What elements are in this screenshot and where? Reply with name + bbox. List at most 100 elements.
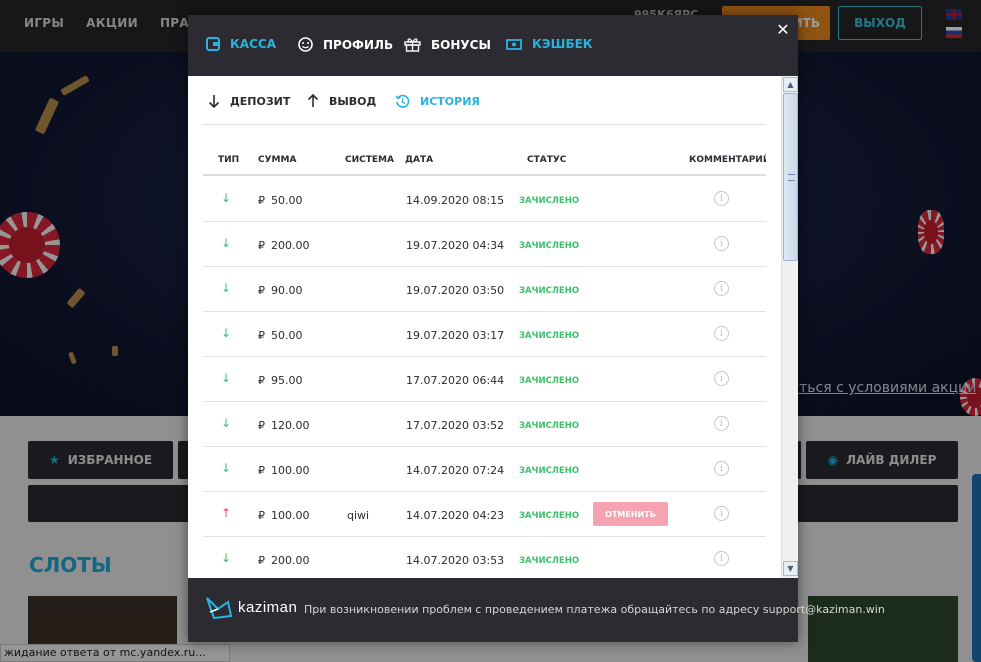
cancel-withdrawal-button[interactable]: ОТМЕНИТЬ <box>593 502 668 526</box>
status-badge: ЗАЧИСЛЕНО <box>519 196 580 206</box>
info-icon[interactable]: i <box>714 281 729 296</box>
col-comment: КОММЕНТАРИЙ <box>689 155 766 165</box>
row-amount: 50.00 <box>271 329 303 342</box>
row-currency: ₽ <box>258 419 265 432</box>
status-badge: ЗАЧИСЛЕНО <box>519 376 580 386</box>
modal-footer: kaziman При возникновении проблем с пров… <box>188 578 885 642</box>
row-amount: 100.00 <box>271 509 310 522</box>
tab-bonuses-label: БОНУСЫ <box>431 37 491 52</box>
row-date: 19.07.2020 04:34 <box>406 239 505 252</box>
col-amount: СУММА <box>258 155 297 165</box>
row-amount: 100.00 <box>271 464 310 477</box>
row-currency: ₽ <box>258 554 265 567</box>
subtab-withdraw-label: ВЫВОД <box>329 94 377 108</box>
tab-cashback-label: КЭШБЕК <box>532 37 593 51</box>
row-date: 17.07.2020 03:52 <box>406 419 505 432</box>
arrow-up-icon: ↑ <box>221 506 232 520</box>
row-date: 14.07.2020 03:53 <box>406 554 505 567</box>
table-row: ↓ ₽50.00 14.09.2020 08:15 ЗАЧИСЛЕНО i <box>203 177 766 222</box>
tab-cashback[interactable]: КЭШБЕК <box>506 37 593 51</box>
logo-text: kaziman <box>238 598 298 616</box>
arrow-up-icon <box>307 94 319 107</box>
col-date: ДАТА <box>405 155 434 165</box>
table-row: ↓ ₽200.00 19.07.2020 04:34 ЗАЧИСЛЕНО i <box>203 222 766 267</box>
table-row: ↓ ₽95.00 17.07.2020 06:44 ЗАЧИСЛЕНО i <box>203 357 766 402</box>
row-date: 19.07.2020 03:50 <box>406 284 505 297</box>
status-badge: ЗАЧИСЛЕНО <box>519 331 580 341</box>
table-row: ↓ ₽90.00 19.07.2020 03:50 ЗАЧИСЛЕНО i <box>203 267 766 312</box>
scrollbar-thumb[interactable] <box>783 93 798 261</box>
tab-profile[interactable]: ПРОФИЛЬ <box>298 37 393 52</box>
grip-icon <box>788 174 795 181</box>
kaziman-logo: kaziman <box>204 592 297 622</box>
table-row: ↓ ₽50.00 19.07.2020 03:17 ЗАЧИСЛЕНО i <box>203 312 766 357</box>
row-currency: ₽ <box>258 464 265 477</box>
row-date: 19.07.2020 03:17 <box>406 329 505 342</box>
gift-icon <box>404 38 421 52</box>
arrow-down-icon: ↓ <box>221 416 232 430</box>
modal-header: КАССА ПРОФИЛЬ БОНУСЫ КЭШБЕК ✕ <box>188 15 798 76</box>
tab-cashier[interactable]: КАССА <box>206 37 276 51</box>
logo-mark-icon <box>206 597 233 620</box>
col-type: ТИП <box>218 155 240 165</box>
smiley-icon <box>298 37 313 52</box>
scroll-up-icon[interactable]: ▲ <box>783 77 798 92</box>
scroll-down-icon[interactable]: ▼ <box>783 561 798 576</box>
table-row: ↑ ₽100.00 qiwi 14.07.2020 04:23 ЗАЧИСЛЕНО ОТМ… <box>203 492 766 537</box>
table-scrollbar[interactable]: ▲ ▼ <box>781 76 798 578</box>
tab-bonuses[interactable]: БОНУСЫ <box>404 37 491 52</box>
row-date: 14.07.2020 07:24 <box>406 464 505 477</box>
info-icon[interactable]: i <box>714 371 729 386</box>
info-icon[interactable]: i <box>714 551 729 566</box>
arrow-down-icon: ↓ <box>221 191 232 205</box>
status-badge: ЗАЧИСЛЕНО <box>519 466 580 476</box>
arrow-down-icon: ↓ <box>221 236 232 250</box>
row-amount: 200.00 <box>271 239 310 252</box>
arrow-down-icon: ↓ <box>221 371 232 385</box>
row-amount: 200.00 <box>271 554 310 567</box>
status-badge: ЗАЧИСЛЕНО <box>519 556 580 566</box>
row-currency: ₽ <box>258 509 265 522</box>
row-date: 14.09.2020 08:15 <box>406 194 505 207</box>
close-icon[interactable]: ✕ <box>776 22 790 38</box>
info-icon[interactable]: i <box>714 236 729 251</box>
subtab-withdraw[interactable]: ВЫВОД <box>307 94 376 108</box>
row-amount: 90.00 <box>271 284 303 297</box>
status-badge: ЗАЧИСЛЕНО <box>519 241 580 251</box>
row-system: qiwi <box>347 509 370 522</box>
col-status: СТАТУС <box>527 155 567 165</box>
tab-profile-label: ПРОФИЛЬ <box>323 37 394 52</box>
table-row: ↓ ₽100.00 14.07.2020 07:24 ЗАЧИСЛЕНО i <box>203 447 766 492</box>
info-icon[interactable]: i <box>714 191 729 206</box>
cash-icon <box>506 38 522 50</box>
cashier-subtabs: ДЕПОЗИТ ВЫВОД ИСТОРИЯ <box>203 76 766 125</box>
subtab-history-label: ИСТОРИЯ <box>420 95 480 108</box>
info-icon[interactable]: i <box>714 416 729 431</box>
row-date: 14.07.2020 04:23 <box>406 509 505 522</box>
history-icon <box>395 94 410 108</box>
info-icon[interactable]: i <box>714 326 729 341</box>
table-row: ↓ ₽200.00 14.07.2020 03:53 ЗАЧИСЛЕНО i <box>203 537 766 577</box>
row-currency: ₽ <box>258 194 265 207</box>
row-currency: ₽ <box>258 374 265 387</box>
arrow-down-icon: ↓ <box>221 326 232 340</box>
status-badge: ЗАЧИСЛЕНО <box>519 286 580 296</box>
subtab-history[interactable]: ИСТОРИЯ <box>395 94 480 109</box>
arrow-down-icon <box>208 95 220 108</box>
info-icon[interactable]: i <box>714 506 729 521</box>
row-amount: 95.00 <box>271 374 303 387</box>
arrow-down-icon: ↓ <box>221 281 232 295</box>
table-header: ТИП СУММА СИСТЕМА ДАТА СТАТУС КОММЕНТАРИ… <box>203 125 766 176</box>
row-currency: ₽ <box>258 284 265 297</box>
history-table: ТИП СУММА СИСТЕМА ДАТА СТАТУС КОММЕНТАРИ… <box>203 125 766 577</box>
info-icon[interactable]: i <box>714 461 729 476</box>
row-amount: 50.00 <box>271 194 303 207</box>
subtab-deposit[interactable]: ДЕПОЗИТ <box>208 94 290 108</box>
support-notice: При возникновении проблем с проведением … <box>304 603 885 616</box>
tab-cashier-label: КАССА <box>230 37 276 51</box>
status-badge: ЗАЧИСЛЕНО <box>519 511 580 521</box>
arrow-down-icon: ↓ <box>221 461 232 475</box>
arrow-down-icon: ↓ <box>221 551 232 565</box>
row-date: 17.07.2020 06:44 <box>406 374 505 387</box>
table-row: ↓ ₽120.00 17.07.2020 03:52 ЗАЧИСЛЕНО i <box>203 402 766 447</box>
